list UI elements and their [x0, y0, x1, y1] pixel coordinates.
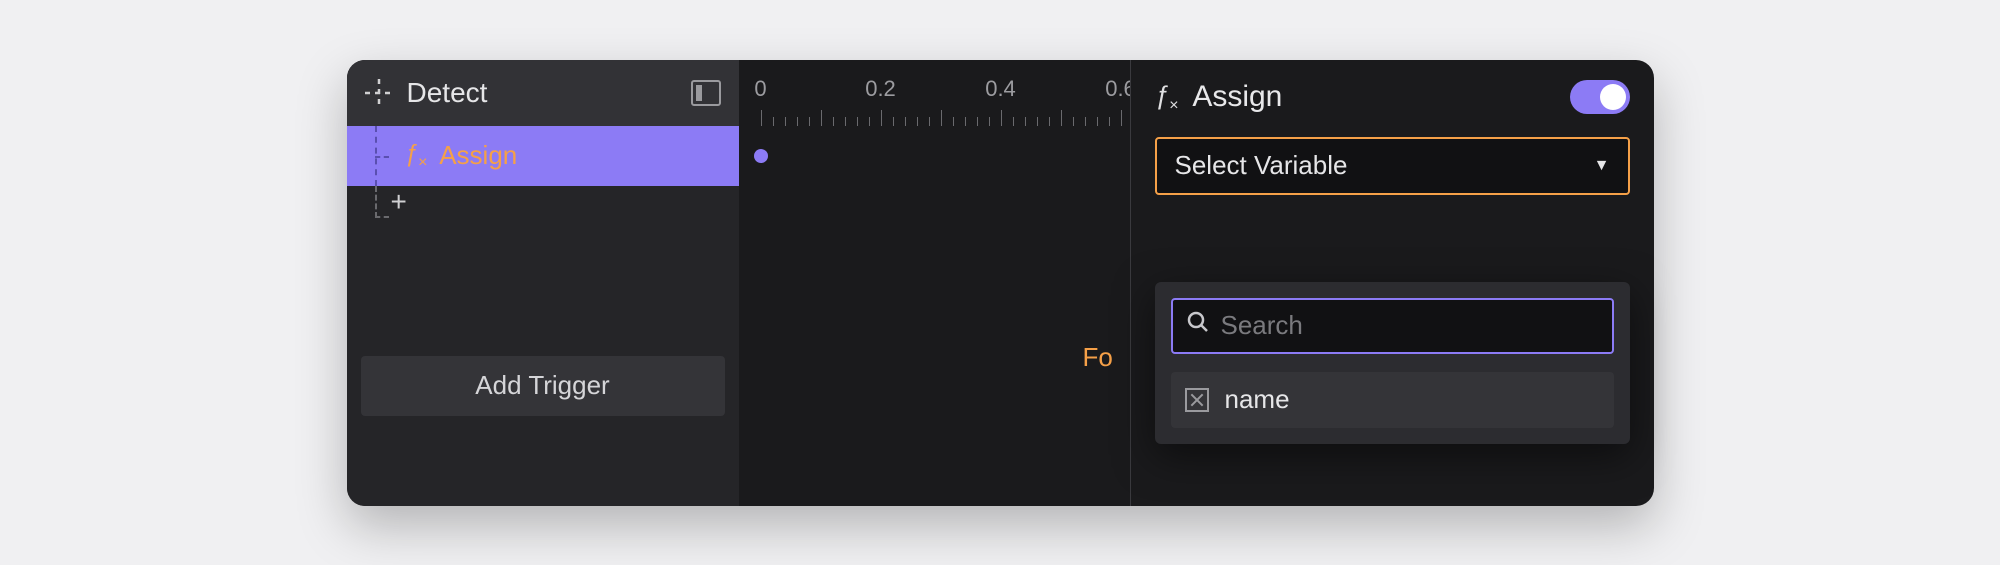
chevron-down-icon: ▼	[1594, 157, 1610, 175]
inspector-header: ƒ× Assign	[1155, 80, 1630, 115]
detect-header[interactable]: Detect	[347, 60, 739, 126]
tree-guide	[375, 186, 377, 218]
partial-label: Fo	[1083, 342, 1113, 373]
inspector-title: Assign	[1192, 80, 1555, 114]
timeline[interactable]: 0 0.2 0.4 0.6	[739, 60, 1130, 506]
fx-icon: ƒ×	[1155, 80, 1179, 115]
tree-branch	[375, 156, 389, 158]
crosshair-icon	[365, 79, 393, 107]
timeline-ruler[interactable]: 0 0.2 0.4 0.6	[739, 60, 1130, 126]
ruler-tick-label: 0.6	[1105, 76, 1129, 102]
track-assign[interactable]: ƒ× Assign	[347, 126, 739, 186]
plus-icon: +	[391, 186, 407, 217]
variable-option-label: name	[1225, 384, 1290, 415]
search-input[interactable]	[1221, 310, 1598, 341]
variable-option[interactable]: name	[1171, 372, 1614, 428]
variable-icon	[1185, 388, 1209, 412]
add-trigger-label: Add Trigger	[475, 370, 609, 401]
search-icon	[1187, 311, 1209, 340]
ruler-tick-label: 0.2	[865, 76, 896, 102]
add-trigger-button[interactable]: Add Trigger	[361, 356, 725, 416]
variable-dropdown-menu: name	[1155, 282, 1630, 444]
add-track-row[interactable]: +	[347, 186, 739, 246]
layout-icon[interactable]	[691, 80, 721, 106]
keyframe-row[interactable]	[739, 126, 1130, 186]
ruler-tick-label: 0.4	[985, 76, 1016, 102]
track-list: Detect ƒ× Assign + Add Trigger	[347, 60, 739, 506]
tree-branch	[375, 216, 389, 218]
ruler-tick-label: 0	[754, 76, 766, 102]
search-box[interactable]	[1171, 298, 1614, 354]
detect-title: Detect	[407, 77, 677, 109]
ruler-ticks	[739, 106, 1130, 126]
enabled-toggle[interactable]	[1570, 80, 1630, 114]
keyframe-dot[interactable]	[754, 149, 768, 163]
select-variable-label: Select Variable	[1175, 150, 1348, 181]
editor-panel: Detect ƒ× Assign + Add Trigger 0 0.2 0.4…	[347, 60, 1654, 506]
inspector-panel: ƒ× Assign Select Variable ▼ Fo name	[1130, 60, 1654, 506]
track-label: Assign	[439, 140, 517, 171]
fx-icon: ƒ×	[405, 140, 428, 172]
select-variable-dropdown[interactable]: Select Variable ▼	[1155, 137, 1630, 195]
